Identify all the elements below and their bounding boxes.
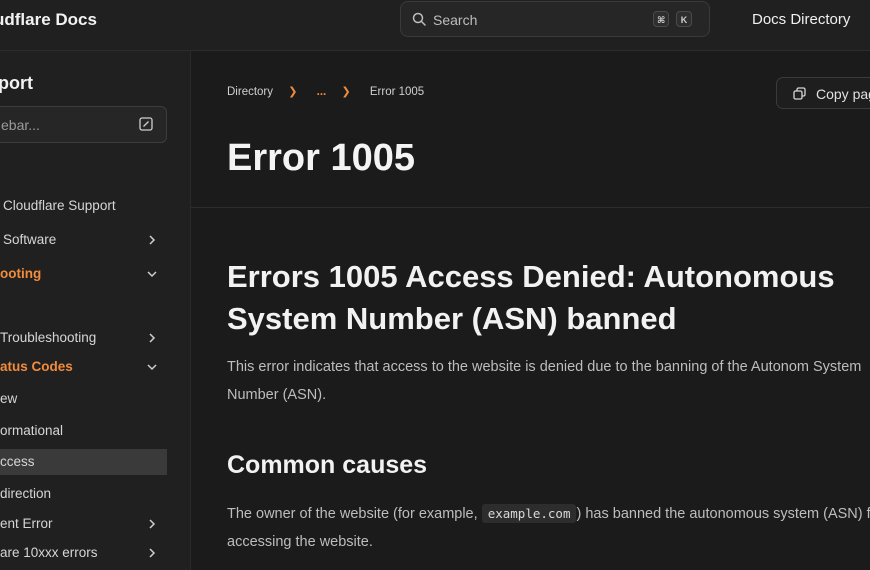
top-bar: udflare Docs Search ⌘ K Docs Directory: [0, 0, 870, 51]
copy-page-button[interactable]: Copy pag: [776, 77, 870, 109]
breadcrumb: Directory ❯ ... ❯ Error 1005: [227, 85, 425, 99]
sidebar-item-label: ooting: [0, 266, 42, 281]
sidebar-item-http-status-codes[interactable]: atus Codes: [0, 354, 167, 380]
sidebar-item-label: atus Codes: [0, 359, 73, 374]
sidebar-item-label: Troubleshooting: [0, 330, 97, 345]
sidebar: port ebar... Cloudflare Support Software…: [0, 51, 191, 570]
divider: [191, 207, 870, 208]
sidebar-item-label: direction: [0, 486, 52, 501]
docs-directory-link[interactable]: Docs Directory: [752, 11, 850, 28]
search-box[interactable]: Search ⌘ K: [400, 1, 710, 37]
sidebar-item-label: ent Error: [0, 516, 53, 531]
chevron-right-icon: [149, 235, 156, 245]
sidebar-item-general-troubleshooting[interactable]: Troubleshooting: [0, 325, 167, 351]
sidebar-item-troubleshooting[interactable]: ooting: [0, 261, 167, 287]
sidebar-item-success[interactable]: ccess: [0, 449, 167, 475]
sidebar-item-cloudflare-10xxx-errors[interactable]: are 10xxx errors: [0, 540, 167, 566]
sidebar-item-label: ccess: [0, 454, 35, 469]
sidebar-item-informational[interactable]: ormational: [0, 418, 167, 444]
chevron-right-icon: [149, 333, 156, 343]
chevron-right-icon: ❯: [288, 86, 298, 98]
search-icon: [412, 12, 426, 26]
intro-paragraph: This error indicates that access to the …: [227, 359, 862, 403]
sidebar-item-software[interactable]: Software: [0, 227, 167, 253]
section-heading: Errors 1005 Access Denied: Autonomous Sy…: [227, 259, 835, 336]
sidebar-item-label: ew: [0, 391, 18, 406]
breadcrumb-directory[interactable]: Directory: [227, 86, 273, 98]
sidebar-item-label: are 10xxx errors: [0, 545, 98, 560]
sidebar-item-overview[interactable]: ew: [0, 386, 167, 412]
main-content: Directory ❯ ... ❯ Error 1005 Copy pag Er…: [191, 51, 870, 570]
copy-page-label: Copy pag: [816, 86, 870, 102]
site-logo[interactable]: udflare Docs: [0, 10, 97, 30]
sidebar-item-cloudflare-support[interactable]: Cloudflare Support: [0, 193, 167, 219]
breadcrumb-ellipsis[interactable]: ...: [317, 86, 327, 98]
sidebar-filter-input[interactable]: ebar...: [0, 106, 167, 143]
shortcut-cmd-key: ⌘: [653, 11, 670, 27]
common-causes-heading: Common causes: [227, 451, 428, 479]
filter-placeholder: ebar...: [1, 117, 40, 133]
chevron-right-icon: ❯: [341, 86, 351, 98]
sidebar-item-label: ormational: [0, 423, 64, 438]
sidebar-item-redirection[interactable]: direction: [0, 481, 167, 507]
chevron-down-icon: [147, 364, 157, 371]
common-causes-paragraph: The owner of the website (for example, e…: [227, 500, 870, 556]
sidebar-item-label: Cloudflare Support: [3, 198, 116, 213]
sidebar-item-client-error[interactable]: ent Error: [0, 511, 167, 537]
chevron-right-icon: [149, 548, 156, 558]
search-placeholder: Search: [433, 12, 478, 28]
inline-code-example: example.com: [481, 504, 577, 523]
edit-icon: [139, 117, 153, 131]
copy-icon: [793, 87, 806, 100]
breadcrumb-current: Error 1005: [369, 85, 425, 98]
chevron-right-icon: [149, 519, 156, 529]
chevron-down-icon: [147, 271, 157, 278]
sidebar-item-label: Software: [3, 232, 57, 247]
causes-text-start: The owner of the website (for example,: [227, 506, 482, 522]
sidebar-item-unnamed-2[interactable]: [0, 291, 167, 317]
sidebar-title: port: [0, 73, 33, 93]
shortcut-k-key: K: [676, 11, 692, 27]
page-title: Error 1005: [227, 137, 416, 179]
